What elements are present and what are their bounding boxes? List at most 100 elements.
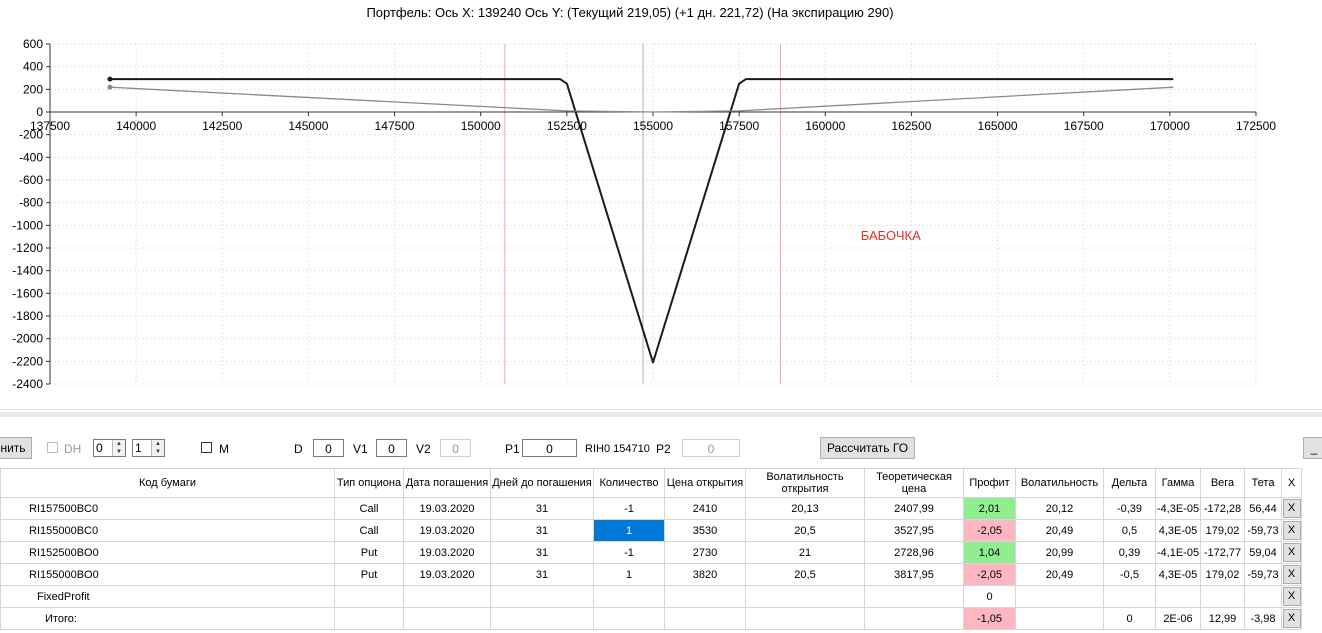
cell-vol-open[interactable]: 20,5 — [745, 563, 865, 586]
cell-qty[interactable]: 1 — [593, 563, 665, 586]
cell-delta[interactable]: -0,39 — [1103, 497, 1156, 520]
col-header[interactable]: Теоретическая цена — [864, 468, 964, 498]
cell-theta[interactable]: -59,73 — [1244, 519, 1282, 542]
delete-row-button[interactable]: X — [1282, 587, 1301, 606]
d-input[interactable]: 0 — [313, 439, 344, 457]
cell-vol-open[interactable]: 20,13 — [745, 497, 865, 520]
spin-up-icon[interactable]: ▲ — [152, 440, 164, 448]
cell-gamma[interactable]: -4,1E-05 — [1155, 541, 1201, 564]
cell-gamma[interactable]: -4,3E-05 — [1155, 497, 1201, 520]
cell-qty[interactable]: -1 — [593, 497, 665, 520]
cell-vol[interactable]: 20,49 — [1015, 519, 1104, 542]
cell-vol[interactable]: 20,99 — [1015, 541, 1104, 564]
cell-days[interactable]: 31 — [490, 519, 594, 542]
cell-vega[interactable]: -172,77 — [1200, 541, 1245, 564]
spin-input-2[interactable]: 1 ▲ ▼ — [132, 439, 165, 457]
spin-down-icon[interactable]: ▼ — [113, 448, 125, 456]
cell-type[interactable]: Call — [334, 497, 404, 520]
cell-date[interactable]: 19.03.2020 — [403, 519, 491, 542]
cell-delta[interactable]: 0,5 — [1103, 519, 1156, 542]
table-row[interactable]: RI155000BO0 Put 19.03.2020 31 1 3820 20,… — [0, 563, 1302, 586]
cell-open[interactable]: 2410 — [664, 497, 746, 520]
cell-vol[interactable]: 20,49 — [1015, 563, 1104, 586]
cell-open[interactable]: 3530 — [664, 519, 746, 542]
spin-1-arrows[interactable]: ▲ ▼ — [112, 440, 125, 456]
col-header[interactable]: Профит — [963, 468, 1016, 498]
table-row[interactable]: RI157500BC0 Call 19.03.2020 31 -1 2410 2… — [0, 497, 1302, 520]
spin-down-icon[interactable]: ▼ — [152, 448, 164, 456]
cell-code[interactable]: RI157500BC0 — [0, 497, 335, 520]
cell-theta[interactable]: 59,04 — [1244, 541, 1282, 564]
cell-date[interactable]: 19.03.2020 — [403, 563, 491, 586]
cell-theta[interactable]: 56,44 — [1244, 497, 1282, 520]
cell-code[interactable]: RI155000BO0 — [0, 563, 335, 586]
col-header[interactable]: Количество — [593, 468, 665, 498]
cell-theo[interactable]: 3527,95 — [864, 519, 964, 542]
cell-date[interactable]: 19.03.2020 — [403, 541, 491, 564]
cell-delta[interactable]: -0,5 — [1103, 563, 1156, 586]
spin-input-1[interactable]: 0 ▲ ▼ — [93, 439, 126, 457]
p2-input[interactable]: 0 — [682, 439, 740, 457]
cell-theta[interactable]: -59,73 — [1244, 563, 1282, 586]
cell-profit[interactable]: 2,01 — [963, 497, 1016, 520]
col-header[interactable]: Дельта — [1103, 468, 1156, 498]
cell-open[interactable]: 3820 — [664, 563, 746, 586]
cell-vol[interactable]: 20,12 — [1015, 497, 1104, 520]
delete-row-button[interactable]: X — [1282, 521, 1301, 540]
delete-row-button[interactable]: X — [1282, 609, 1301, 628]
cell-delta[interactable]: 0,39 — [1103, 541, 1156, 564]
col-header[interactable]: Дата погашения — [403, 468, 491, 498]
cell-days[interactable]: 31 — [490, 541, 594, 564]
cell-gamma[interactable]: 4,3E-05 — [1155, 519, 1201, 542]
minimize-button[interactable]: _ — [1303, 437, 1322, 459]
col-header[interactable]: Вега — [1200, 468, 1245, 498]
splitter-bar[interactable] — [0, 412, 1322, 417]
col-header[interactable]: Гамма — [1155, 468, 1201, 498]
cell-profit[interactable]: -2,05 — [963, 519, 1016, 542]
spin-up-icon[interactable]: ▲ — [113, 440, 125, 448]
cell-code[interactable]: RI155000BC0 — [0, 519, 335, 542]
cell-theo[interactable]: 3817,95 — [864, 563, 964, 586]
cell-qty[interactable]: -1 — [593, 541, 665, 564]
fixed-profit-row[interactable]: FixedProfit 0 X — [0, 585, 1302, 608]
table-row[interactable]: RI155000BC0 Call 19.03.2020 31 1 3530 20… — [0, 519, 1302, 542]
col-header[interactable]: Волатильность открытия — [745, 468, 865, 498]
cell-vega[interactable]: -172,28 — [1200, 497, 1245, 520]
col-header[interactable]: Код бумаги — [0, 468, 335, 498]
v2-input[interactable]: 0 — [440, 439, 471, 457]
cell-profit[interactable]: -2,05 — [963, 563, 1016, 586]
cell-days[interactable]: 31 — [490, 563, 594, 586]
spin-2-arrows[interactable]: ▲ ▼ — [151, 440, 164, 456]
table-row[interactable]: RI152500BO0 Put 19.03.2020 31 -1 2730 21… — [0, 541, 1302, 564]
cell-vega[interactable]: 179,02 — [1200, 563, 1245, 586]
cell-type[interactable]: Put — [334, 541, 404, 564]
col-header[interactable]: Дней до погашения — [490, 468, 594, 498]
cell-code[interactable]: RI152500BO0 — [0, 541, 335, 564]
cell-open[interactable]: 2730 — [664, 541, 746, 564]
save-button[interactable]: нить — [0, 437, 32, 459]
fixed-profit-value[interactable]: 0 — [963, 585, 1016, 608]
col-header[interactable]: X — [1281, 468, 1302, 498]
cell-days[interactable]: 31 — [490, 497, 594, 520]
cell-theo[interactable]: 2728,96 — [864, 541, 964, 564]
delete-row-button[interactable]: X — [1282, 543, 1301, 562]
col-header[interactable]: Тип опциона — [334, 468, 404, 498]
cell-profit[interactable]: 1,04 — [963, 541, 1016, 564]
cell-vega[interactable]: 179,02 — [1200, 519, 1245, 542]
col-header[interactable]: Тета — [1244, 468, 1282, 498]
cell-vol-open[interactable]: 20,5 — [745, 519, 865, 542]
cell-qty-selected[interactable]: 1 — [593, 519, 665, 542]
m-checkbox[interactable] — [201, 442, 212, 453]
delete-row-button[interactable]: X — [1282, 565, 1301, 584]
col-header[interactable]: Цена открытия — [664, 468, 746, 498]
calculate-go-button[interactable]: Рассчитать ГО — [820, 437, 915, 459]
v1-input[interactable]: 0 — [376, 439, 407, 457]
cell-date[interactable]: 19.03.2020 — [403, 497, 491, 520]
cell-vol-open[interactable]: 21 — [745, 541, 865, 564]
dh-checkbox[interactable] — [47, 442, 58, 453]
delete-row-button[interactable]: X — [1282, 499, 1301, 518]
cell-gamma[interactable]: 4,3E-05 — [1155, 563, 1201, 586]
cell-type[interactable]: Call — [334, 519, 404, 542]
cell-theo[interactable]: 2407,99 — [864, 497, 964, 520]
cell-type[interactable]: Put — [334, 563, 404, 586]
